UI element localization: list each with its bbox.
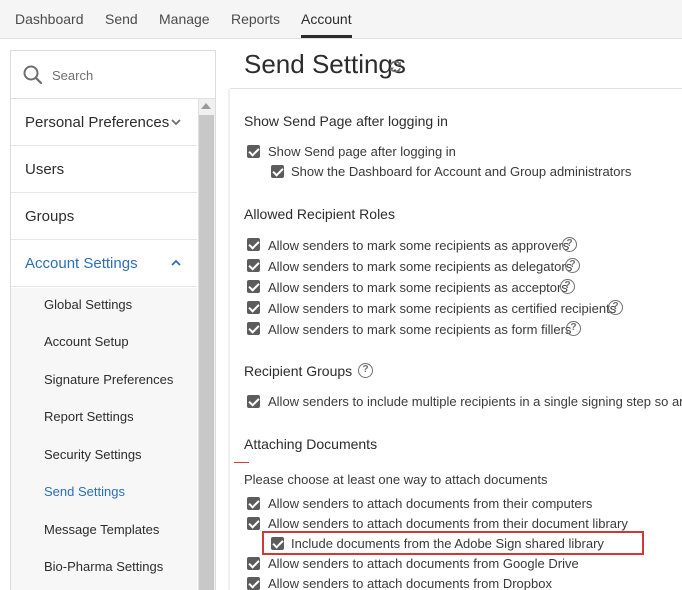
sidebar-subitem-message-templates[interactable]: Message Templates [44,522,159,537]
help-icon[interactable]: ? [358,363,373,378]
option-label: Allow senders to mark some recipients as… [268,280,568,295]
option-label: Allow senders to attach documents from t… [268,496,593,511]
chevron-up-icon [171,259,181,266]
account-settings-submenu: Global Settings Account Setup Signature … [11,288,197,590]
page-title: Send Settings [244,49,406,79]
option-label: Allow senders to mark some recipients as… [268,301,617,316]
sidebar-item-label: Groups [25,208,75,225]
tab-reports[interactable]: Reports [231,11,280,27]
checkbox-attach-dropbox[interactable] [247,577,260,590]
sidebar-subitem-send-settings[interactable]: Send Settings [44,484,125,499]
scroll-up-arrow-icon[interactable] [201,103,211,109]
sidebar-subitem-report-settings[interactable]: Report Settings [44,409,134,424]
tab-account[interactable]: Account [301,11,352,27]
sidebar-item-label: Personal Preferences [25,114,170,131]
refresh-icon[interactable] [388,59,403,74]
sidebar-item-users[interactable]: Users [11,146,197,193]
active-tab-indicator [301,35,352,38]
title-divider [230,88,682,89]
sidebar-scrollbar-thumb[interactable] [199,115,214,590]
option-label: Allow senders to attach documents from t… [268,516,628,531]
section-heading-recipient-roles: Allowed Recipient Roles [244,206,395,222]
option-label: Allow senders to attach documents from G… [268,556,579,571]
checkbox-delegators[interactable] [247,259,260,272]
search-input[interactable]: Search [52,68,93,83]
help-icon[interactable]: ? [560,279,575,294]
sidebar-item-label: Account Settings [25,255,138,272]
required-marker [234,462,249,463]
highlight-box [262,531,644,555]
sidebar-item-label: Users [25,161,65,178]
option-label: Allow senders to attach documents from D… [268,576,552,590]
option-label: Show the Dashboard for Account and Group… [291,164,632,179]
top-nav: Dashboard Send Manage Reports Account [0,0,682,39]
sidebar-subitem-account-setup[interactable]: Account Setup [44,334,129,349]
checkbox-approvers[interactable] [247,238,260,251]
sidebar-item-account-settings[interactable]: Account Settings [11,240,197,287]
option-label: Allow senders to mark some recipients as… [268,322,572,337]
option-label: Show Send page after logging in [268,144,456,159]
section-heading-recipient-groups: Recipient Groups [244,363,353,379]
sidebar-subitem-signature-preferences[interactable]: Signature Preferences [44,372,173,387]
help-icon[interactable]: ? [566,321,581,336]
checkbox-acceptors[interactable] [247,280,260,293]
sidebar-subitem-global-settings[interactable]: Global Settings [44,297,132,312]
checkbox-form-fillers[interactable] [247,322,260,335]
content-frame-edge [228,89,230,590]
sidebar-subitem-security-settings[interactable]: Security Settings [44,447,142,462]
option-label: Allow senders to mark some recipients as… [268,259,573,274]
checkbox-show-dashboard-admins[interactable] [271,165,284,178]
tab-send[interactable]: Send [105,11,138,27]
section-heading-send-page: Show Send Page after logging in [244,113,448,129]
chevron-down-icon [171,119,181,126]
search-icon [23,65,43,85]
option-label: Allow senders to include multiple recipi… [268,394,682,409]
help-icon[interactable]: ? [565,258,580,273]
checkbox-attach-computer[interactable] [247,497,260,510]
checkbox-multiple-recipients[interactable] [247,395,260,408]
option-label: Allow senders to mark some recipients as… [268,238,570,253]
help-icon[interactable]: ? [608,300,623,315]
tab-manage[interactable]: Manage [159,11,210,27]
checkbox-attach-google-drive[interactable] [247,557,260,570]
checkbox-show-send-page[interactable] [247,145,260,158]
help-icon[interactable]: ? [562,237,577,252]
checkbox-certified-recipients[interactable] [247,301,260,314]
tab-dashboard[interactable]: Dashboard [15,11,84,27]
checkbox-attach-library[interactable] [247,517,260,530]
search-box[interactable]: Search [11,51,215,99]
sidebar-subitem-bio-pharma-settings[interactable]: Bio-Pharma Settings [44,559,163,574]
section-heading-attaching-documents: Attaching Documents [244,436,378,452]
sidebar: Search Personal Preferences Users Groups… [10,50,216,590]
sidebar-item-personal-preferences[interactable]: Personal Preferences [11,99,197,146]
attach-instruction: Please choose at least one way to attach… [244,472,548,487]
sidebar-item-groups[interactable]: Groups [11,193,197,240]
